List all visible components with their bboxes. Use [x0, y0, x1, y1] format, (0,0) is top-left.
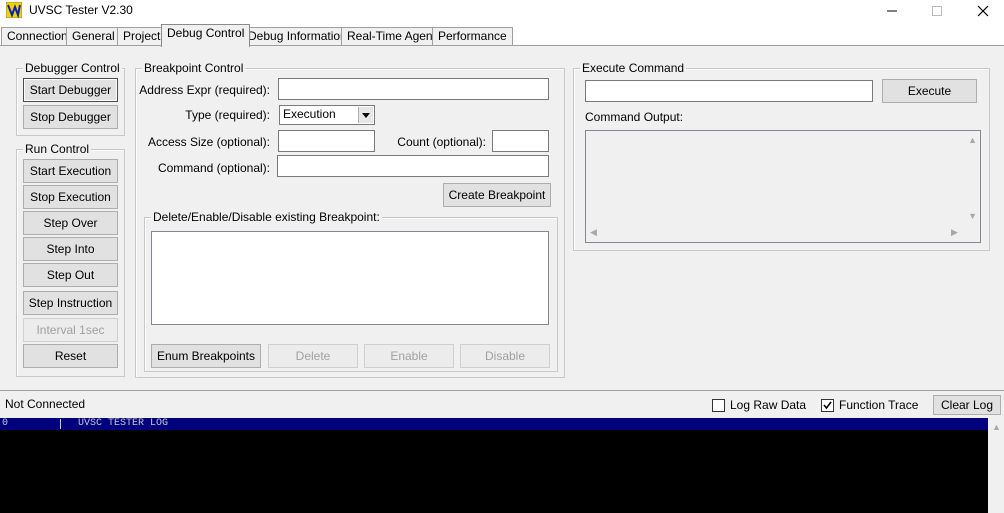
run-control-group: Run Control Start Execution Stop Executi… — [16, 142, 125, 377]
execute-button[interactable]: Execute — [882, 79, 977, 103]
maximize-button[interactable] — [914, 0, 960, 22]
access-size-input[interactable] — [278, 130, 375, 152]
debugger-control-title: Debugger Control — [23, 61, 122, 75]
type-select-value: Execution — [283, 107, 336, 121]
existing-breakpoints-title: Delete/Enable/Disable existing Breakpoin… — [151, 210, 382, 224]
existing-breakpoints-group: Delete/Enable/Disable existing Breakpoin… — [144, 210, 558, 372]
window-title: UVSC Tester V2.30 — [29, 3, 133, 17]
log-scrollbar[interactable]: ▲ — [988, 418, 1004, 513]
minimize-button[interactable] — [869, 0, 915, 22]
reset-button[interactable]: Reset — [23, 344, 118, 368]
execute-command-title: Execute Command — [580, 61, 687, 75]
execute-command-input[interactable] — [585, 80, 873, 102]
disable-breakpoint-button[interactable]: Disable — [460, 344, 550, 368]
count-label: Count (optional): — [397, 135, 486, 149]
log-raw-data-checkbox[interactable] — [712, 399, 725, 412]
step-over-button[interactable]: Step Over — [23, 211, 118, 235]
address-expr-label: Address Expr (required): — [139, 83, 270, 97]
breakpoint-control-title: Breakpoint Control — [142, 61, 246, 75]
breakpoint-list[interactable] — [151, 231, 549, 325]
close-button[interactable] — [960, 0, 1004, 22]
count-input[interactable] — [492, 130, 549, 152]
start-execution-button[interactable]: Start Execution — [23, 159, 118, 183]
step-instruction-button[interactable]: Step Instruction — [23, 291, 118, 315]
enum-breakpoints-button[interactable]: Enum Breakpoints — [151, 344, 261, 368]
access-size-label: Access Size (optional): — [147, 135, 270, 149]
close-icon — [977, 5, 989, 17]
debug-control-panel: Debugger Control Start Debugger Stop Deb… — [0, 45, 1004, 391]
clear-log-button[interactable]: Clear Log — [933, 395, 1001, 415]
function-trace-label: Function Trace — [839, 398, 919, 412]
log-header-text: UVSC TESTER LOG — [78, 418, 169, 429]
enable-breakpoint-button[interactable]: Enable — [364, 344, 454, 368]
title-bar: UVSC Tester V2.30 — [0, 0, 1004, 22]
scroll-right-icon[interactable]: ▶ — [951, 227, 958, 238]
step-into-button[interactable]: Step Into — [23, 237, 118, 261]
create-breakpoint-button[interactable]: Create Breakpoint — [443, 183, 551, 207]
type-label: Type (required): — [185, 108, 270, 122]
tab-strip: Connection General Project Debug Control… — [0, 22, 1004, 47]
execute-command-group: Execute Command Execute Command Output: … — [573, 61, 990, 251]
scroll-up-icon[interactable]: ▲ — [968, 135, 977, 145]
command-output-label: Command Output: — [585, 110, 684, 124]
log-scroll-up-icon[interactable]: ▲ — [992, 422, 1001, 432]
scroll-left-icon[interactable]: ◀ — [590, 227, 597, 238]
function-trace-checkbox[interactable] — [821, 399, 834, 412]
start-debugger-button[interactable]: Start Debugger — [23, 78, 118, 102]
log-header: 0 UVSC TESTER LOG — [0, 418, 988, 430]
type-select[interactable]: Execution — [279, 105, 375, 125]
log-raw-data-label: Log Raw Data — [730, 398, 807, 412]
address-expr-input[interactable] — [278, 78, 549, 100]
step-out-button[interactable]: Step Out — [23, 263, 118, 287]
run-control-title: Run Control — [23, 142, 92, 156]
connection-status: Not Connected — [5, 397, 86, 411]
tab-debug-control[interactable]: Debug Control — [161, 24, 251, 47]
command-input[interactable] — [277, 155, 549, 177]
log-view[interactable]: 0 UVSC TESTER LOG ▲ — [0, 418, 1004, 513]
log-header-divider — [60, 419, 61, 429]
log-header-index: 0 — [2, 418, 9, 429]
tab-performance[interactable]: Performance — [432, 27, 513, 46]
tab-real-time-agent[interactable]: Real-Time Agent — [341, 27, 442, 46]
tab-project[interactable]: Project — [117, 27, 167, 46]
command-output-box: ▲ ▼ ◀ ▶ — [585, 130, 981, 243]
debugger-control-group: Debugger Control Start Debugger Stop Deb… — [16, 61, 125, 136]
status-bar: Not Connected Log Raw Data Function Trac… — [0, 392, 1004, 418]
command-label: Command (optional): — [157, 161, 270, 175]
interval-button[interactable]: Interval 1sec — [23, 318, 118, 342]
tab-general[interactable]: General — [66, 27, 121, 46]
stop-execution-button[interactable]: Stop Execution — [23, 185, 118, 209]
app-icon — [5, 1, 23, 19]
checkmark-icon — [823, 401, 832, 410]
delete-breakpoint-button[interactable]: Delete — [268, 344, 358, 368]
breakpoint-control-group: Breakpoint Control Address Expr (require… — [135, 61, 565, 378]
stop-debugger-button[interactable]: Stop Debugger — [23, 105, 118, 129]
chevron-down-icon — [358, 107, 373, 123]
tab-debug-information[interactable]: Debug Information — [242, 27, 353, 46]
scroll-down-icon[interactable]: ▼ — [968, 211, 977, 221]
tab-connection[interactable]: Connection — [1, 27, 74, 46]
